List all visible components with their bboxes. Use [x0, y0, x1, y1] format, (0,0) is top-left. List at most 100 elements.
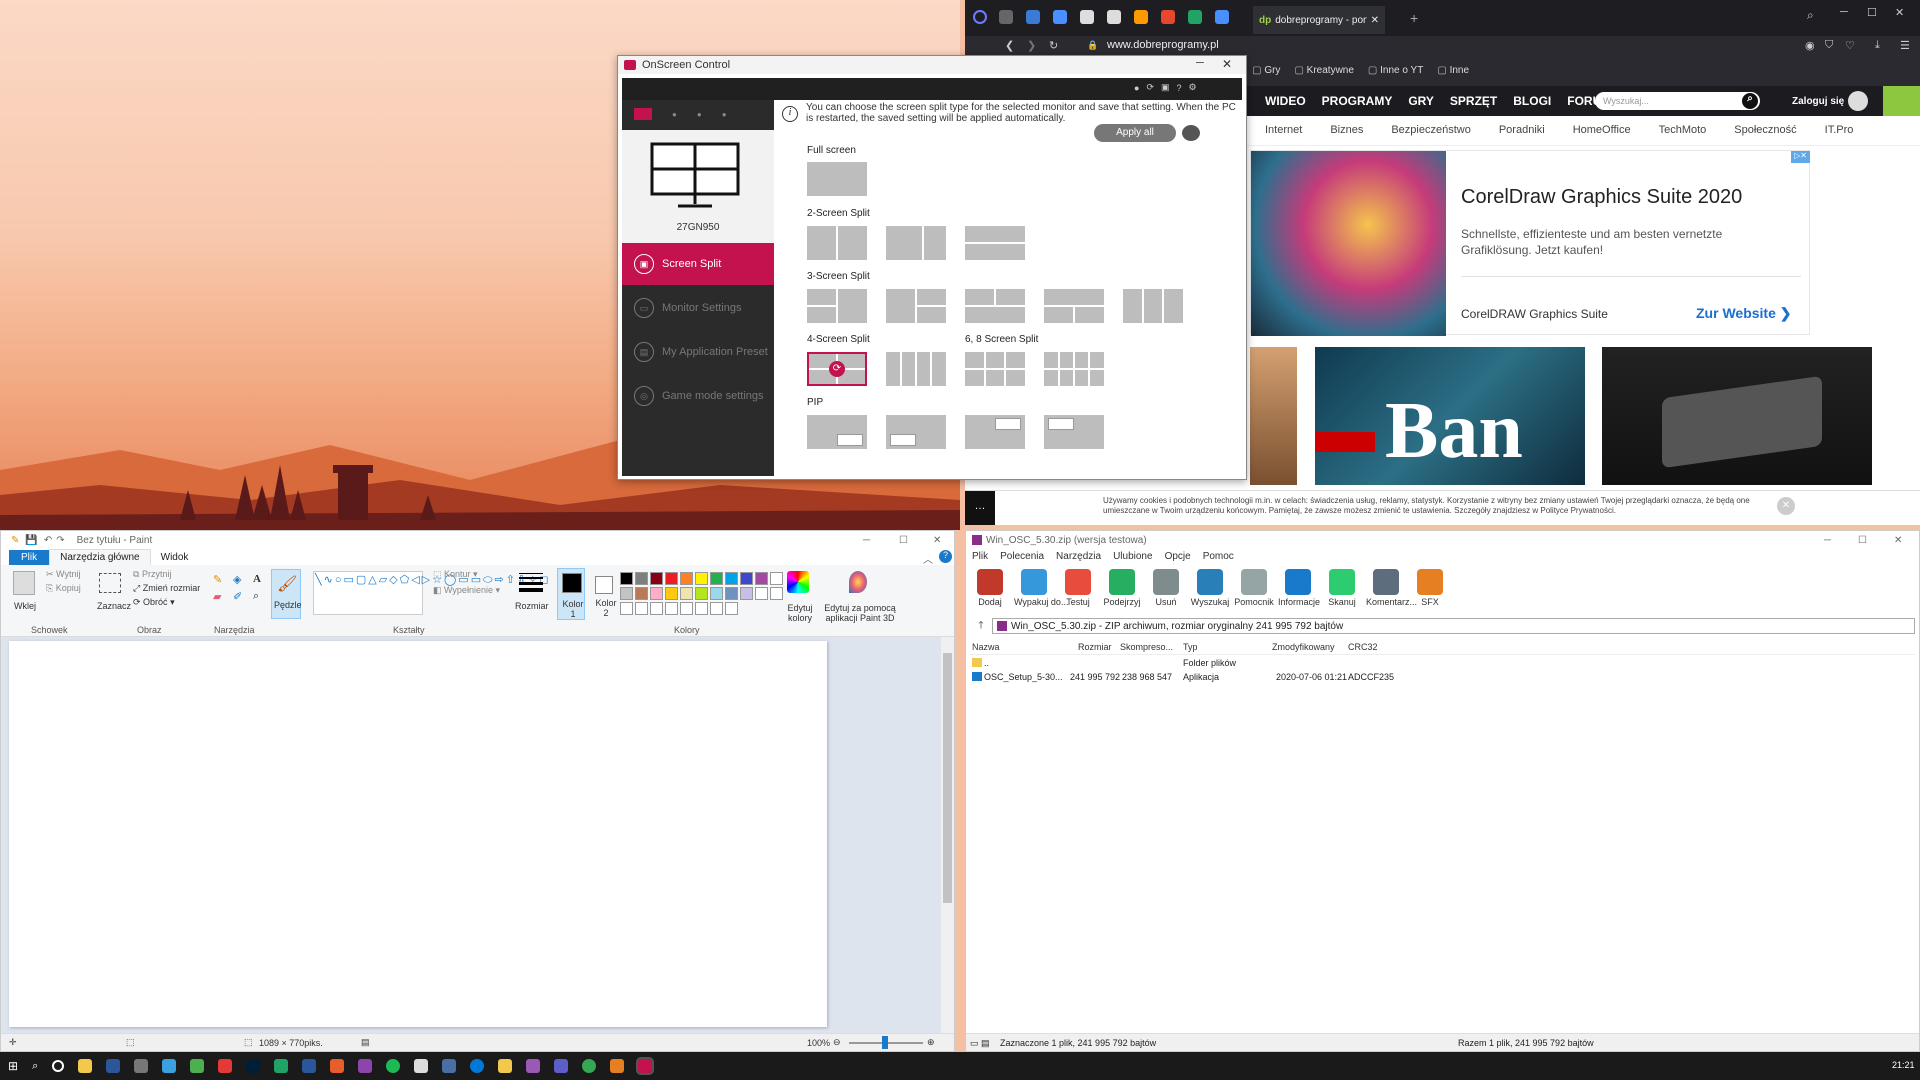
custom-color-slot[interactable]: [665, 602, 678, 615]
undo-icon[interactable]: ↶: [44, 535, 52, 546]
opera-icon[interactable]: [218, 1059, 233, 1073]
col-modified[interactable]: Zmodyfikowany: [1272, 642, 1335, 652]
color-swatch[interactable]: [695, 572, 708, 585]
category-item[interactable]: IT.Pro: [1825, 124, 1854, 136]
login-button[interactable]: Zaloguj się: [1792, 91, 1869, 111]
forward-icon[interactable]: ❯: [1027, 39, 1036, 52]
tab-home[interactable]: Narzędzia główne: [49, 549, 151, 565]
brushes-button[interactable]: 🖌 Pędzle: [271, 569, 302, 619]
layout-4-quad-selected[interactable]: ⟳: [807, 352, 867, 386]
category-item[interactable]: Biznes: [1330, 124, 1363, 136]
category-item[interactable]: Bezpieczeństwo: [1391, 124, 1471, 136]
app-icon[interactable]: [162, 1059, 177, 1073]
rotate-button[interactable]: ⟳ Obróć ▾: [133, 597, 175, 608]
site-nav-item[interactable]: WIDEO: [1265, 94, 1306, 108]
size-label[interactable]: Rozmiar: [515, 601, 549, 611]
resize-button[interactable]: ⤢ Zmień rozmiar: [133, 583, 200, 594]
custom-color-slot[interactable]: [710, 602, 723, 615]
layout-pip-br[interactable]: [807, 415, 867, 449]
new-tab-icon[interactable]: +: [1410, 10, 1418, 26]
download-icon[interactable]: ⤓: [1875, 39, 1880, 52]
path-field[interactable]: Win_OSC_5.30.zip - ZIP archiwum, rozmiar…: [992, 618, 1915, 634]
monitor-select-icon[interactable]: [634, 108, 652, 120]
category-item[interactable]: Poradniki: [1499, 124, 1545, 136]
bookmark-item[interactable]: ▢ Inne: [1437, 65, 1469, 76]
apply-all-button[interactable]: Apply all: [1094, 124, 1176, 142]
select-icon[interactable]: [99, 573, 121, 593]
paint3d-label[interactable]: Edytuj za pomocą aplikacji Paint 3D: [821, 603, 899, 623]
minimize-icon[interactable]: ─: [1824, 535, 1831, 546]
site-nav-item[interactable]: BLOGI: [1513, 94, 1551, 108]
layout-2-asym[interactable]: [886, 226, 946, 260]
custom-color-slot[interactable]: [725, 602, 738, 615]
menu-app-preset[interactable]: ▤ My Application Preset: [622, 331, 774, 373]
color-swatch[interactable]: [695, 587, 708, 600]
fill-icon[interactable]: ◈: [233, 573, 249, 586]
crop-button[interactable]: ⧉ Przytnij: [133, 569, 171, 580]
bookmark-item[interactable]: ▢ Inne o YT: [1368, 65, 1423, 76]
opera-logo-icon[interactable]: [973, 10, 987, 24]
app-icon[interactable]: [134, 1059, 149, 1073]
rar-tool-button[interactable]: Skanuj: [1322, 569, 1362, 607]
col-crc[interactable]: CRC32: [1348, 642, 1378, 652]
color-picker-icon[interactable]: ✐: [233, 590, 249, 603]
chrome-icon[interactable]: [582, 1059, 597, 1073]
rar-menu-item[interactable]: Plik: [972, 551, 988, 562]
edge-icon[interactable]: [470, 1059, 485, 1073]
paint3d-icon[interactable]: [849, 571, 867, 593]
color-swatch[interactable]: [680, 572, 693, 585]
maximize-icon[interactable]: ☐: [1867, 6, 1877, 19]
rar-tool-button[interactable]: Komentarz...: [1366, 569, 1417, 607]
edit-colors-label[interactable]: Edytuj kolory: [785, 603, 815, 623]
col-size[interactable]: Rozmiar: [1078, 642, 1112, 652]
article-image-bank[interactable]: Ban: [1315, 347, 1585, 485]
color-swatch[interactable]: [725, 572, 738, 585]
color-swatch[interactable]: [650, 572, 663, 585]
close-window-icon[interactable]: ✕: [1895, 6, 1904, 19]
rar-tool-button[interactable]: Podejrzyj: [1102, 569, 1142, 607]
app-icon[interactable]: [302, 1059, 317, 1073]
word-icon[interactable]: [106, 1059, 121, 1073]
osc-settings-icon[interactable]: ⚙: [1189, 82, 1197, 93]
start-icon[interactable]: ⊞: [8, 1059, 18, 1073]
dot-icon[interactable]: ●: [722, 110, 727, 119]
copy-button[interactable]: ⎘ Kopiuj: [46, 583, 81, 594]
color-swatch[interactable]: [740, 587, 753, 600]
category-item[interactable]: TechMoto: [1659, 124, 1707, 136]
rar-tool-button[interactable]: Usuń: [1146, 569, 1186, 607]
search-tabs-icon[interactable]: ⌕: [1807, 8, 1814, 23]
amazon-tab-icon[interactable]: [1134, 10, 1148, 24]
paste-label[interactable]: Wklej: [14, 601, 36, 611]
winrar-taskbar-icon[interactable]: [610, 1059, 625, 1073]
table-row[interactable]: .. Folder plików: [970, 657, 1390, 671]
sheets-tab-icon[interactable]: [1188, 10, 1202, 24]
layout-3a[interactable]: [807, 289, 867, 323]
osc-close-icon[interactable]: ✕: [1222, 57, 1232, 71]
minimize-icon[interactable]: ─: [1840, 6, 1848, 18]
app-icon[interactable]: [414, 1059, 429, 1073]
rar-tool-button[interactable]: Wypakuj do...: [1014, 569, 1068, 607]
ad-cta-link[interactable]: Zur Website ❯: [1696, 305, 1792, 322]
camera-icon[interactable]: ◉: [1805, 39, 1815, 52]
tab-icon[interactable]: [1107, 10, 1121, 24]
close-icon[interactable]: ✕: [933, 535, 941, 546]
color-swatch[interactable]: [740, 572, 753, 585]
article-image[interactable]: [1250, 347, 1297, 485]
url-field[interactable]: www.dobreprogramy.pl: [1107, 39, 1219, 51]
layout-pip-tr[interactable]: [965, 415, 1025, 449]
custom-color-slot[interactable]: [635, 602, 648, 615]
outline-button[interactable]: ⬚ Kontur ▾: [433, 569, 478, 580]
color-swatch[interactable]: [635, 587, 648, 600]
color-swatch[interactable]: [665, 572, 678, 585]
color-swatch[interactable]: [665, 587, 678, 600]
explorer-icon[interactable]: [78, 1059, 93, 1073]
text-icon[interactable]: A: [253, 573, 269, 586]
dot-icon[interactable]: ●: [697, 110, 702, 119]
more-icon[interactable]: …: [965, 491, 995, 525]
layout-pip-bl[interactable]: [886, 415, 946, 449]
search-icon[interactable]: ⌕: [1742, 93, 1758, 109]
site-search[interactable]: Wyszukaj... ⌕: [1595, 92, 1760, 110]
cookie-close-icon[interactable]: ✕: [1777, 497, 1795, 515]
redo-icon[interactable]: ↷: [56, 535, 64, 546]
color-swatch[interactable]: [770, 572, 783, 585]
